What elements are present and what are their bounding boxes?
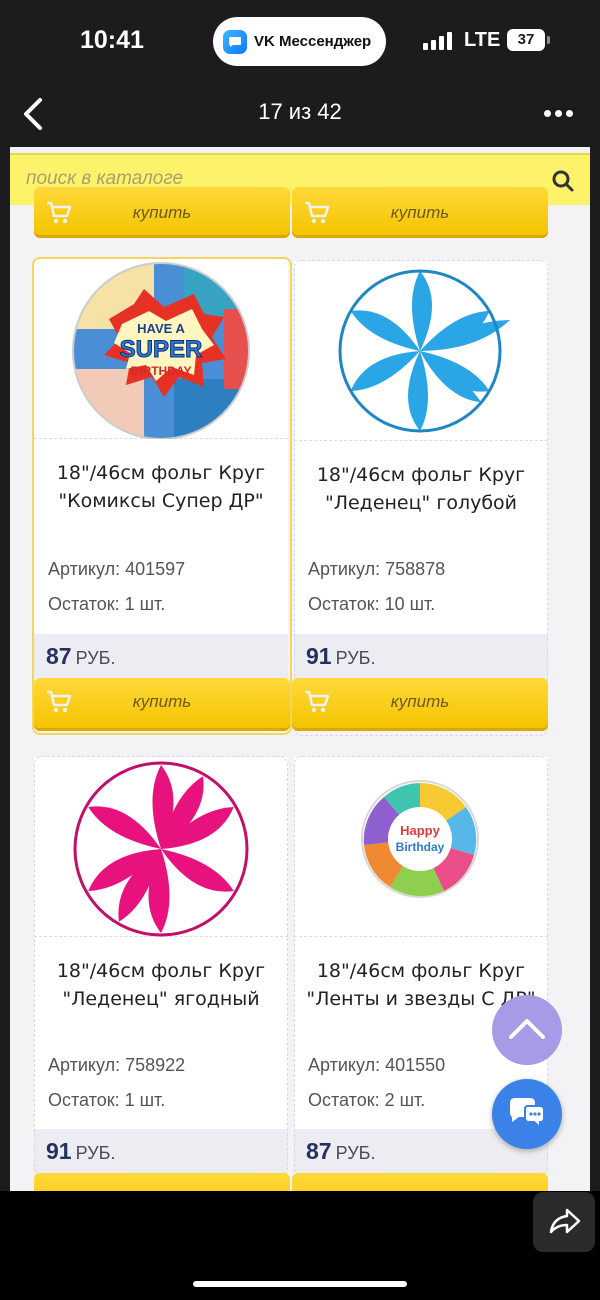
status-time: 10:41 [80, 26, 144, 54]
product-title[interactable]: 18"/46см фольг Круг "Леденец" ягодный [34, 957, 288, 1013]
viewer-nav-bar: 17 из 42 [0, 82, 600, 146]
chevron-up-icon [509, 1019, 545, 1039]
price-currency: РУБ. [75, 648, 116, 668]
vk-messenger-label: VK Мессенджер [254, 33, 372, 50]
status-bar: 10:41 VK Мессенджер LTE 37 [0, 0, 600, 82]
search-icon[interactable] [550, 168, 576, 194]
product-title-line: "Леденец" ягодный [62, 988, 260, 1010]
product-sku: Артикул: 758922 [48, 1055, 186, 1075]
buy-button[interactable]: купить [34, 187, 290, 235]
product-stock: Остаток: 1 шт. [48, 1090, 166, 1110]
buy-button[interactable] [34, 1173, 290, 1191]
product-card[interactable]: HAVE A SUPER BIRTHDAY 18"/46см фольг Кру… [34, 259, 288, 678]
network-type: LTE [464, 29, 501, 51]
balloon-text: HAVE A [137, 321, 185, 336]
battery-nub [547, 36, 550, 44]
more-options-icon[interactable] [538, 104, 578, 124]
price-row: 91 РУБ. [34, 1129, 288, 1173]
product-card[interactable]: 18"/46см фольг Круг "Леденец" голубой Ар… [294, 261, 548, 678]
vk-messenger-icon [223, 29, 247, 54]
product-price: 91 РУБ. [306, 643, 375, 670]
chat-button[interactable] [492, 1079, 562, 1149]
product-image-blue-lollipop-balloon[interactable] [294, 261, 548, 441]
product-title-line: "Леденец" голубой [324, 492, 518, 514]
balloon-text: Happy [400, 823, 441, 838]
scroll-to-top-button[interactable] [492, 995, 562, 1065]
price-currency: РУБ. [335, 648, 376, 668]
price-currency: РУБ. [335, 1143, 376, 1163]
price-currency: РУБ. [75, 1143, 116, 1163]
buy-button[interactable]: купить [34, 678, 290, 728]
price-value: 87 [46, 643, 72, 669]
product-image-ribbons-stars-balloon[interactable]: Happy Birthday [294, 757, 548, 937]
product-image-berry-lollipop-balloon[interactable] [34, 757, 288, 937]
buy-button-label: купить [390, 203, 450, 222]
product-price: 91 РУБ. [46, 1138, 115, 1165]
share-button[interactable] [533, 1192, 595, 1252]
product-sku: Артикул: 758878 [308, 559, 446, 579]
product-title-line: 18"/46см фольг Круг [316, 464, 526, 486]
price-row: 91 РУБ. [294, 634, 548, 678]
product-sku: Артикул: 401597 [48, 559, 186, 579]
product-price: 87 РУБ. [306, 1138, 375, 1165]
balloon-text: BIRTHDAY [131, 364, 192, 378]
price-row: 87 РУБ. [34, 634, 288, 678]
product-stock: Остаток: 2 шт. [308, 1090, 426, 1110]
product-card[interactable]: 18"/46см фольг Круг "Леденец" ягодный Ар… [34, 757, 288, 1173]
product-sku: Артикул: 401550 [308, 1055, 446, 1075]
battery-icon: 37 [507, 29, 545, 51]
price-value: 91 [46, 1138, 72, 1164]
price-value: 91 [306, 643, 332, 669]
chat-bubbles-icon [510, 1098, 545, 1130]
product-price: 87 РУБ. [46, 643, 115, 670]
balloon-text: SUPER [120, 336, 203, 363]
balloon-text: Birthday [396, 840, 445, 854]
product-title[interactable]: 18"/46см фольг Круг "Комиксы Супер ДР" [34, 459, 288, 515]
vk-messenger-pill[interactable]: VK Мессенджер [213, 17, 386, 66]
product-title-line: "Комиксы Супер ДР" [58, 490, 264, 512]
product-title-line: 18"/46см фольг Круг [56, 960, 266, 982]
buy-button-label: купить [132, 692, 192, 711]
product-title-line: 18"/46см фольг Круг [56, 462, 266, 484]
signal-icon [423, 32, 455, 50]
buy-button-label: купить [390, 692, 450, 711]
home-indicator[interactable] [193, 1281, 407, 1287]
product-image-comics-balloon[interactable]: HAVE A SUPER BIRTHDAY [34, 259, 288, 440]
buy-button[interactable]: купить [292, 187, 548, 235]
buy-button[interactable]: купить [292, 678, 548, 728]
product-title-line: 18"/46см фольг Круг [316, 960, 526, 982]
buy-button[interactable] [292, 1173, 548, 1191]
buy-button-label: купить [132, 203, 192, 222]
photo-counter: 17 из 42 [258, 99, 342, 124]
share-arrow-icon [549, 1208, 581, 1234]
phone-screen: 10:41 VK Мессенджер LTE 37 17 из 42 поис… [0, 0, 600, 1300]
product-stock: Остаток: 1 шт. [48, 594, 166, 614]
price-value: 87 [306, 1138, 332, 1164]
product-title[interactable]: 18"/46см фольг Круг "Леденец" голубой [294, 461, 548, 517]
product-stock: Остаток: 10 шт. [308, 594, 436, 614]
